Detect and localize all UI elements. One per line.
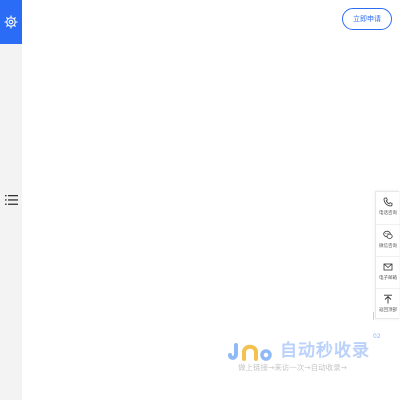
back-to-top-button[interactable]: 返回顶部 [376, 288, 400, 321]
contact-item-label: 微信咨询 [379, 244, 397, 249]
left-sidebar [0, 0, 22, 400]
page: 立即申请 电话咨询 微信咨询 电子邮箱 返回顶部 02 自动秒收录 做上链接→来… [0, 0, 400, 400]
wechat-icon [383, 230, 393, 239]
wechat-consult-button[interactable]: 微信咨询 [376, 224, 400, 257]
phone-icon [383, 197, 393, 207]
contact-item-label: 电子邮箱 [379, 276, 397, 281]
mail-icon [383, 263, 393, 271]
contact-item-label: 返回顶部 [379, 308, 397, 313]
site-logo[interactable] [0, 0, 22, 44]
watermark-title: 自动秒收录 [280, 341, 370, 361]
scroll-indicator [373, 312, 377, 320]
email-button[interactable]: 电子邮箱 [376, 256, 400, 289]
apply-now-button[interactable]: 立即申请 [342, 8, 392, 30]
gear-logo-icon [4, 15, 18, 29]
contact-sidebar: 电话咨询 微信咨询 电子邮箱 返回顶部 [375, 191, 400, 321]
watermark-subtitle: 做上链接→来访一次→自动收录→ [238, 363, 347, 372]
menu-toggle-button[interactable] [3, 192, 19, 208]
contact-item-label: 电话咨询 [379, 211, 397, 216]
phone-consult-button[interactable]: 电话咨询 [376, 192, 400, 224]
menu-list-icon [4, 195, 18, 205]
watermark: 自动秒收录 做上链接→来访一次→自动收录→ [228, 340, 380, 374]
watermark-logo [228, 343, 272, 361]
page-number: 02 [373, 333, 381, 340]
back-to-top-icon [384, 294, 392, 304]
